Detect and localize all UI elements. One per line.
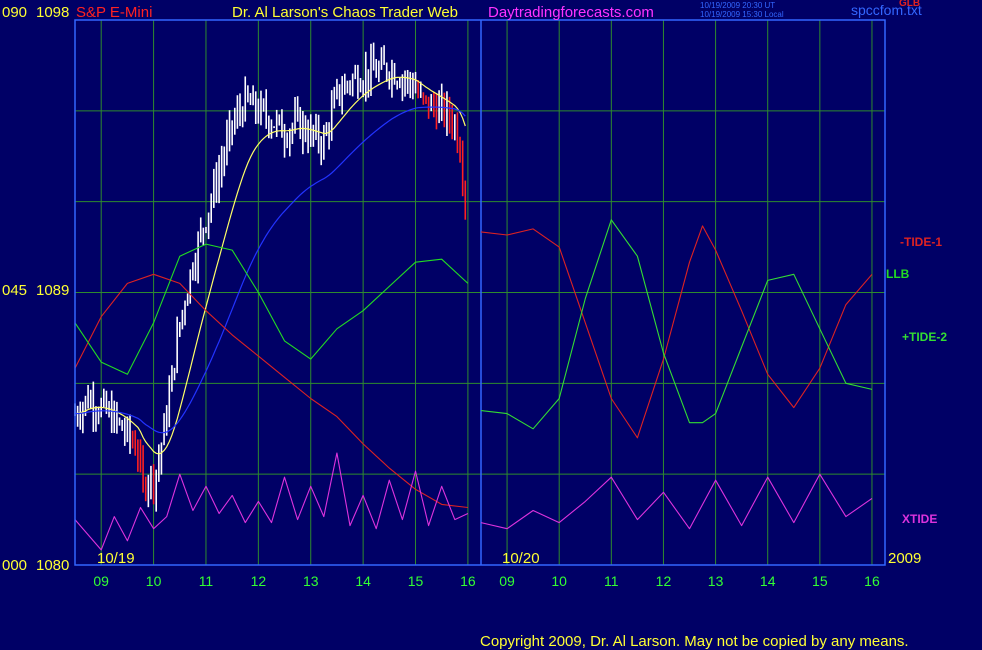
left-scale-top: 090 — [2, 4, 27, 21]
glb-label: GLB — [899, 0, 920, 9]
timestamp-utc: 10/19/2009 20:30 UT — [700, 1, 775, 10]
hour-tick-label: 14 — [355, 573, 371, 589]
site-label[interactable]: Daytradingforecasts.com — [488, 4, 654, 21]
year-label: 2009 — [888, 550, 921, 567]
hour-tick-label: 11 — [604, 573, 619, 589]
legend-xtide: XTIDE — [902, 512, 937, 526]
chart-canvas: 090 1098 S&P E-Mini Dr. Al Larson's Chao… — [0, 0, 982, 650]
hour-tick-label: 15 — [408, 573, 424, 589]
hour-tick-label: 09 — [499, 573, 515, 589]
hour-tick-label: 10 — [146, 573, 162, 589]
title-label: Dr. Al Larson's Chaos Trader Web — [232, 4, 458, 21]
hour-tick-label: 13 — [708, 573, 724, 589]
left-scale-bottom: 000 — [2, 557, 27, 574]
left-scale-mid: 045 — [2, 282, 27, 299]
copyright-text: Copyright 2009, Dr. Al Larson. May not b… — [480, 633, 909, 650]
legend-tide2: +TIDE-2 — [902, 330, 947, 344]
hour-tick-label: 09 — [93, 573, 109, 589]
timestamp-local: 10/19/2009 15:30 Local — [700, 10, 784, 19]
symbol-label: S&P E-Mini — [76, 4, 152, 21]
hour-tick-label: 14 — [760, 573, 776, 589]
hour-tick-label: 11 — [199, 573, 214, 589]
hour-tick-label: 16 — [460, 573, 476, 589]
hour-tick-label: 10 — [551, 573, 567, 589]
price-bottom-label: 1080 — [36, 557, 69, 574]
hour-tick-label: 12 — [251, 573, 267, 589]
legend-llb: LLB — [886, 267, 910, 281]
price-top-label: 1098 — [36, 4, 69, 21]
chart-background — [0, 0, 982, 650]
price-mid-label: 1089 — [36, 282, 69, 299]
hour-tick-label: 13 — [303, 573, 319, 589]
hour-tick-label: 16 — [864, 573, 880, 589]
legend-tide1: -TIDE-1 — [900, 235, 942, 249]
date-label-2: 10/20 — [502, 550, 540, 567]
hour-tick-label: 12 — [656, 573, 672, 589]
date-label-1: 10/19 — [97, 550, 135, 567]
hour-tick-label: 15 — [812, 573, 828, 589]
